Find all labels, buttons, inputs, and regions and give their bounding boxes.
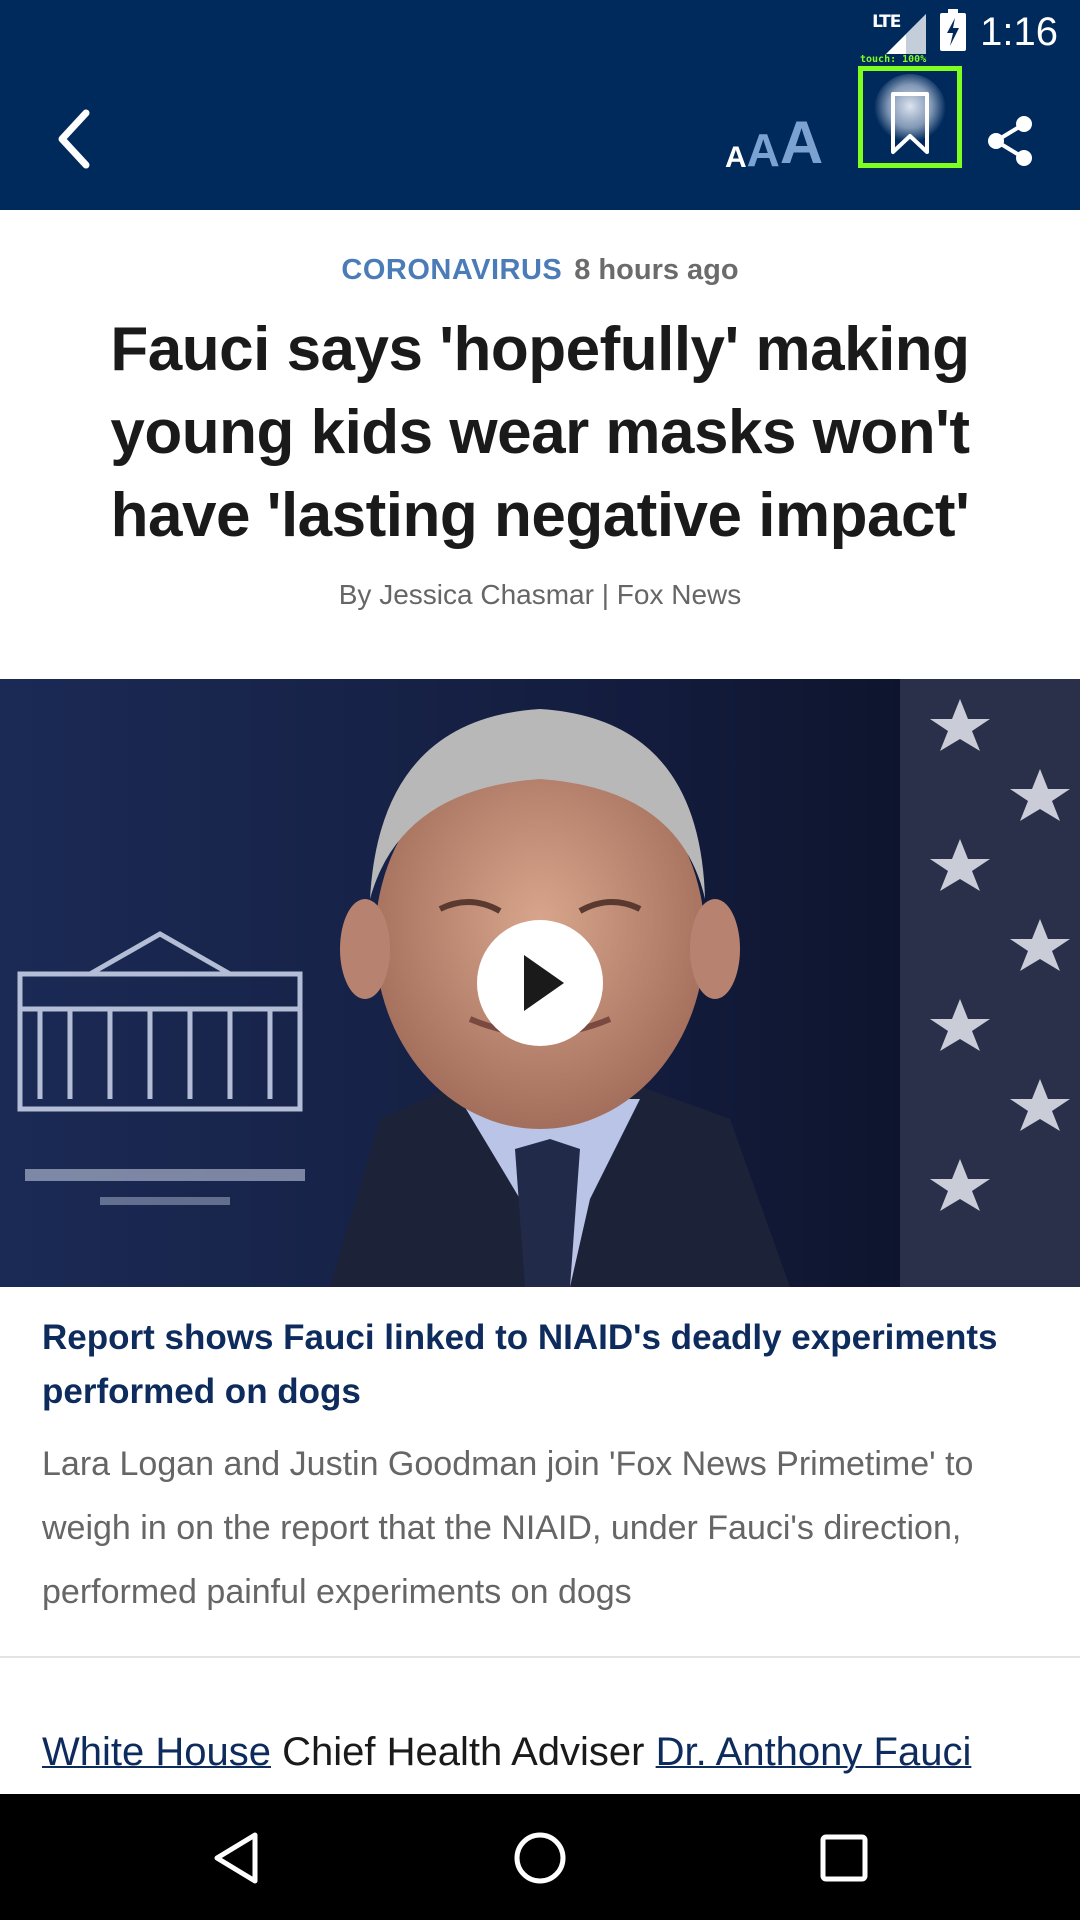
text-size-large-glyph: A [779, 109, 824, 176]
white-house-link[interactable]: White House [42, 1730, 271, 1774]
system-nav-bar [0, 1794, 1080, 1920]
nav-home-button[interactable] [504, 1822, 576, 1894]
share-icon [988, 116, 1032, 166]
app-bar: A A A touch: 100% [0, 54, 1080, 210]
clock: 1:16 [980, 9, 1058, 54]
video-title[interactable]: Report shows Fauci linked to NIAID's dea… [42, 1311, 1038, 1419]
battery-charging-icon [940, 8, 967, 56]
share-button[interactable] [980, 108, 1040, 174]
divider [0, 1656, 1080, 1658]
text-size-small-glyph: A [725, 141, 747, 174]
play-button[interactable] [477, 920, 603, 1046]
bookmark-icon [874, 74, 946, 154]
square-recents-icon [820, 1834, 868, 1882]
back-button[interactable] [46, 103, 102, 175]
nav-back-button[interactable] [200, 1822, 272, 1894]
touch-overlay-label: touch: 100% [860, 54, 927, 65]
lte-signal-icon: LTE [872, 10, 927, 54]
article-body-paragraph: White House Chief Health Adviser Dr. Ant… [42, 1724, 1080, 1780]
body-text-fragment: Chief Health Adviser [270, 1730, 656, 1774]
category-link[interactable]: CORONAVIRUS [341, 254, 562, 286]
bookmark-button[interactable] [858, 66, 962, 168]
video-description: Lara Logan and Justin Goodman join 'Fox … [42, 1445, 974, 1611]
article-meta: CORONAVIRUS 8 hours ago [0, 254, 1080, 287]
text-size-medium-glyph: A [746, 124, 780, 176]
anthony-fauci-link[interactable]: Dr. Anthony Fauci [656, 1730, 972, 1774]
article-headline: Fauci says 'hopefully' making young kids… [110, 315, 970, 550]
triangle-back-icon [214, 1832, 258, 1884]
article-byline: By Jessica Chasmar | Fox News [338, 579, 742, 610]
status-icons: LTE 1:16 [872, 8, 1058, 56]
publish-time: 8 hours ago [574, 254, 739, 286]
nav-recents-button[interactable] [808, 1822, 880, 1894]
circle-home-icon [514, 1832, 566, 1884]
text-size-button[interactable]: A A A [725, 101, 823, 181]
chevron-left-icon [58, 109, 90, 169]
play-icon [524, 955, 564, 1011]
